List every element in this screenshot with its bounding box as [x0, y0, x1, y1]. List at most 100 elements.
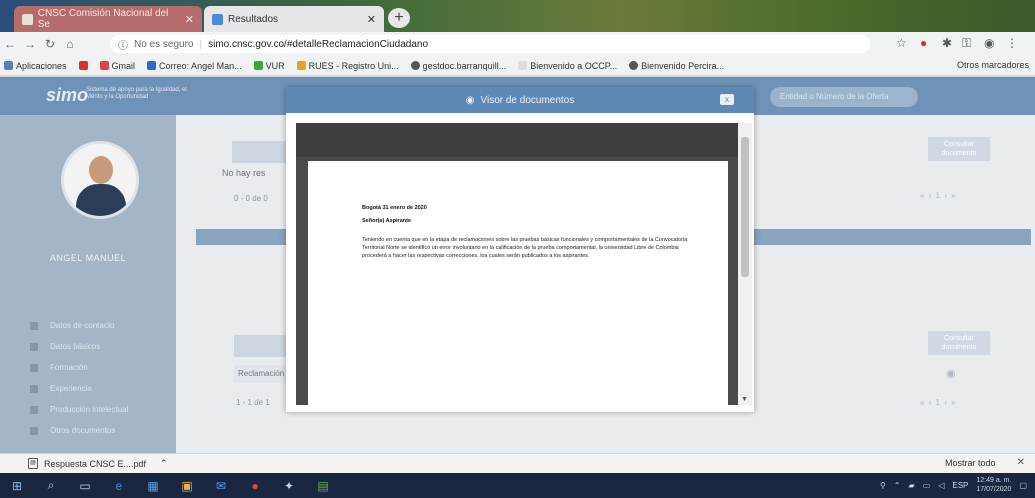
chevron-up-icon[interactable]: ⌃: [894, 481, 901, 490]
briefcase-icon: [30, 384, 38, 393]
new-tab-button[interactable]: +: [388, 8, 410, 28]
pager[interactable]: « ‹ 1 › »: [920, 398, 957, 407]
letter-greeting: Señor(a) Aspirante: [362, 218, 412, 224]
scroll-down-icon[interactable]: ▼: [741, 396, 748, 403]
home-icon[interactable]: ⌂: [60, 37, 80, 51]
pager[interactable]: « ‹ 1 › »: [920, 191, 957, 200]
scrollbar-thumb[interactable]: [741, 137, 749, 277]
opera-icon[interactable]: ●: [238, 473, 272, 498]
taskbar: ⊞ ⌕ ▭ e ▦ ▣ ✉ ● ✦ ▤ ⚲ ⌃ ▰ ▭ ◁ ESP 12:49 …: [0, 473, 1035, 498]
opera-extension-icon[interactable]: ●: [920, 36, 927, 50]
tab-resultados[interactable]: Resultados ✕: [204, 6, 384, 32]
pagination-count: 0 - 0 de 0: [234, 194, 268, 203]
close-tab-icon[interactable]: ✕: [185, 13, 194, 26]
sidebar-item-label: Producción intelectual: [50, 405, 129, 414]
windows-start-icon[interactable]: ⊞: [0, 473, 34, 498]
security-label: No es seguro: [134, 38, 194, 50]
search-input[interactable]: Entidad o Número de la Oferta: [770, 87, 918, 107]
bookmark-label: Gmail: [111, 60, 136, 71]
mail-icon[interactable]: ✉: [204, 473, 238, 498]
address-bar: ← → ↻ ⌂ ⓘ No es seguro | simo.cnsc.gov.c…: [0, 32, 1035, 56]
url-input[interactable]: ⓘ No es seguro | simo.cnsc.gov.co/#detal…: [110, 35, 870, 53]
close-tab-icon[interactable]: ✕: [367, 13, 376, 26]
show-all-button[interactable]: Mostrar todo: [945, 458, 996, 468]
system-tray: ⚲ ⌃ ▰ ▭ ◁ ESP 12:49 a. m. 17/07/2020 ▢: [880, 476, 1027, 494]
bookmark-pereira[interactable]: Bienvenido Percira...: [629, 61, 724, 71]
back-icon[interactable]: ←: [0, 37, 20, 51]
search-icon[interactable]: ⌕: [34, 473, 68, 498]
sidebar-item-basicos[interactable]: Datos básicos: [30, 336, 128, 357]
id-card-icon: [30, 342, 38, 351]
sidebar-item-label: Datos de contacto: [50, 321, 115, 330]
volume-icon[interactable]: ◁: [938, 481, 944, 490]
battery-icon[interactable]: ▭: [923, 481, 931, 490]
apps-icon: [4, 61, 13, 70]
sidebar-item-otros[interactable]: Otros documentos: [30, 420, 128, 441]
bookmark-gestdoc[interactable]: gestdoc.barranquill...: [410, 60, 507, 71]
person-icon[interactable]: ⚲: [880, 481, 886, 490]
bookmark-rues[interactable]: RUES - Registro Uni...: [296, 60, 399, 71]
star-icon[interactable]: ☆: [896, 36, 907, 50]
modal-title: Visor de documentos: [480, 94, 575, 106]
task-view-icon[interactable]: ▭: [68, 473, 102, 498]
avatar-body: [76, 184, 126, 216]
close-button[interactable]: x: [720, 94, 734, 105]
bookmark-label: VUR: [265, 60, 285, 71]
consult-document-button[interactable]: Consultar documento: [928, 331, 990, 355]
sidebar-item-formacion[interactable]: Formación: [30, 357, 128, 378]
language-indicator[interactable]: ESP: [952, 481, 968, 490]
key-icon[interactable]: ⚿: [962, 36, 971, 51]
network-icon[interactable]: ▰: [909, 481, 915, 490]
pdf-viewer[interactable]: Bogotá 31 enero de 2020 Señor(a) Aspiran…: [296, 123, 752, 405]
bookmark-correo[interactable]: Correo: Angel Man...: [147, 61, 242, 71]
edge-icon[interactable]: e: [102, 473, 136, 498]
tab-label: Resultados: [228, 13, 279, 25]
rues-icon: [296, 61, 306, 70]
letter-body: Teniendo en cuenta que en la etapa de re…: [362, 237, 688, 259]
sidebar-item-experiencia[interactable]: Experiencia: [30, 378, 128, 399]
sidebar-item-contacto[interactable]: Datos de contacto: [30, 315, 128, 336]
forward-icon[interactable]: →: [20, 37, 40, 51]
bookmark-occp[interactable]: Bienvenido a OCCP...: [518, 61, 617, 71]
clock[interactable]: 12:49 a. m. 17/07/2020: [976, 476, 1011, 494]
bookmark-apps[interactable]: Aplicaciones: [4, 61, 67, 71]
bookmark-youtube[interactable]: [78, 61, 88, 70]
file-explorer-icon[interactable]: ▣: [170, 473, 204, 498]
extension-icon[interactable]: ✱: [942, 36, 952, 50]
other-bookmarks[interactable]: Otros marcadores: [957, 60, 1029, 70]
close-icon[interactable]: ✕: [1017, 457, 1025, 468]
download-item[interactable]: ▤ Respuesta CNSC E....pdf ⌃: [28, 458, 168, 469]
consult-document-button[interactable]: Consultar documento: [928, 137, 990, 161]
menu-icon[interactable]: ⋮: [1006, 36, 1018, 50]
scrollbar[interactable]: ▼: [738, 123, 752, 405]
graduation-icon: [30, 363, 38, 372]
bookmark-gmail[interactable]: Gmail: [99, 60, 136, 71]
modal-header: ◉ Visor de documentos x: [286, 87, 754, 113]
info-icon[interactable]: ⓘ: [118, 37, 128, 52]
letter-date: Bogotá 31 enero de 2020: [362, 205, 427, 211]
avatar-head: [89, 156, 113, 184]
reload-icon[interactable]: ↻: [40, 37, 60, 51]
bookmark-label: gestdoc.barranquill...: [422, 60, 507, 71]
spreadsheet-icon[interactable]: ▤: [306, 473, 340, 498]
sidebar-item-produccion[interactable]: Producción intelectual: [30, 399, 128, 420]
simo-logo[interactable]: simo: [46, 85, 88, 106]
store-icon[interactable]: ▦: [136, 473, 170, 498]
bookmark-label: RUES - Registro Uni...: [308, 60, 399, 71]
globe-icon: [629, 61, 639, 70]
profile-icon[interactable]: ◉: [984, 36, 994, 50]
tab-cnsc[interactable]: CNSC Comisión Nacional del Se ✕: [14, 6, 202, 32]
tab-label: CNSC Comisión Nacional del Se: [37, 8, 169, 30]
chevron-up-icon[interactable]: ⌃: [160, 458, 168, 469]
app-icon[interactable]: ✦: [272, 473, 306, 498]
table-row[interactable]: Reclamación: [234, 365, 294, 383]
view-eye-icon[interactable]: ◉: [946, 367, 956, 380]
pdf-file-icon: ▤: [28, 458, 38, 469]
no-results-text: No hay res: [222, 168, 266, 178]
notifications-icon[interactable]: ▢: [1019, 481, 1027, 490]
sidebar: ANGEL MANUEL Datos de contacto Datos bás…: [0, 115, 176, 453]
bookmark-vur[interactable]: VUR: [253, 60, 285, 71]
sidebar-menu: Datos de contacto Datos básicos Formació…: [30, 315, 128, 441]
user-name: ANGEL MANUEL: [49, 253, 127, 263]
avatar: [61, 141, 139, 219]
